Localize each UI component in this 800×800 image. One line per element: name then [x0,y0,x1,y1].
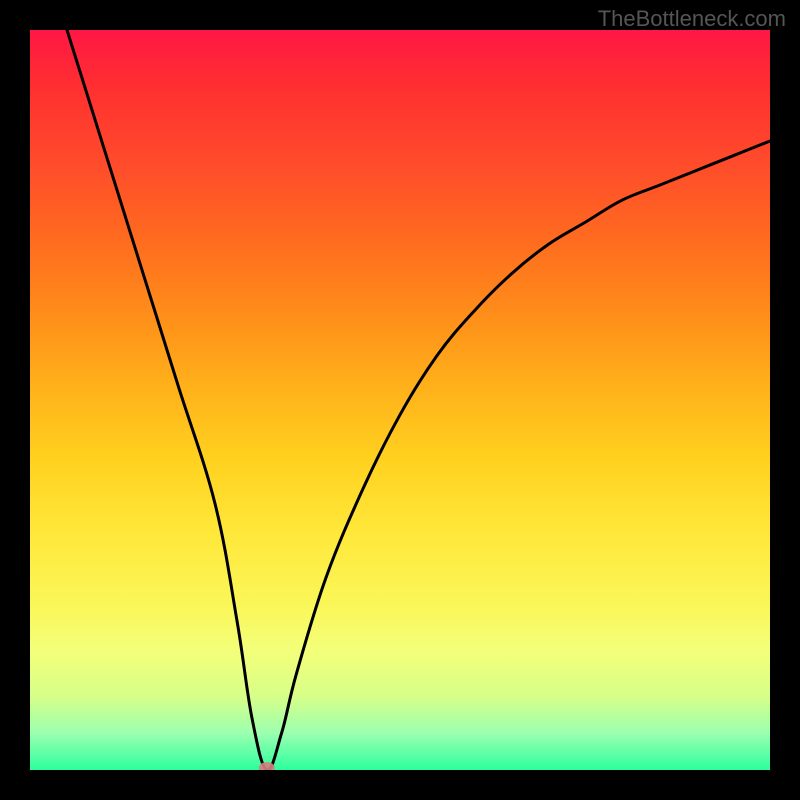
gradient-background [30,30,770,770]
watermark-text: TheBottleneck.com [598,6,786,32]
chart-frame: TheBottleneck.com [0,0,800,800]
